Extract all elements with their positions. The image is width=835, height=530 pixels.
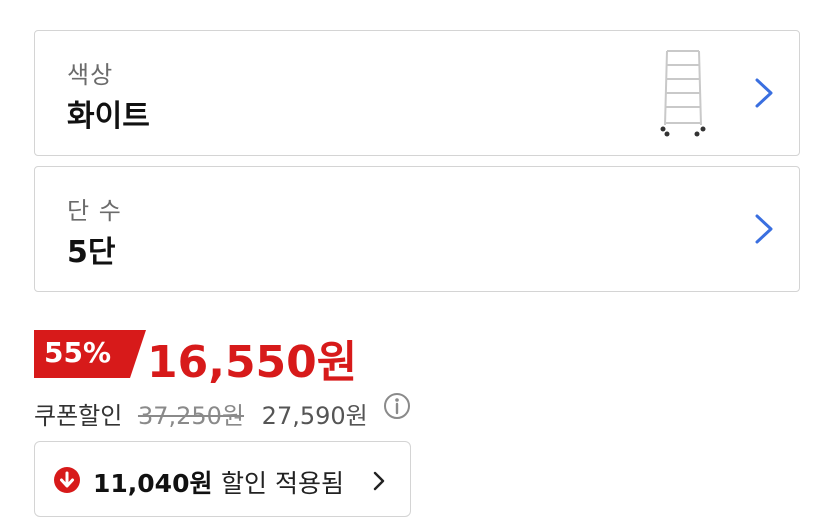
chevron-right-icon: [755, 214, 773, 244]
discount-rate: 55%: [44, 336, 112, 369]
before-coupon-price: 27,590원: [261, 401, 368, 430]
discount-applied-text: 할인 적용됨: [221, 469, 344, 498]
chevron-right-icon: [755, 78, 773, 108]
discount-amount: 11,040원: [93, 469, 213, 498]
sale-price: 16,550원: [147, 337, 358, 388]
product-thumbnail: [660, 50, 706, 137]
info-icon[interactable]: [383, 392, 411, 420]
original-price: 37,250원: [137, 401, 245, 430]
tiers-option-label: 단 수: [67, 197, 122, 225]
coupon-applied-button[interactable]: 11,040원 할인 적용됨: [34, 441, 411, 517]
down-arrow-icon: [54, 467, 80, 493]
coupon-price-row: 쿠폰할인 37,250원 27,590원: [34, 392, 411, 431]
tiers-option-value: 5단: [67, 235, 116, 270]
tiers-option-selector[interactable]: 단 수 5단: [34, 166, 800, 292]
discount-badge: 55%: [34, 330, 146, 378]
color-option-selector[interactable]: 색상 화이트: [34, 30, 800, 156]
coupon-label: 쿠폰할인: [34, 401, 123, 430]
color-option-value: 화이트: [67, 99, 150, 134]
chevron-right-icon: [373, 471, 385, 491]
color-option-label: 색상: [67, 61, 114, 89]
